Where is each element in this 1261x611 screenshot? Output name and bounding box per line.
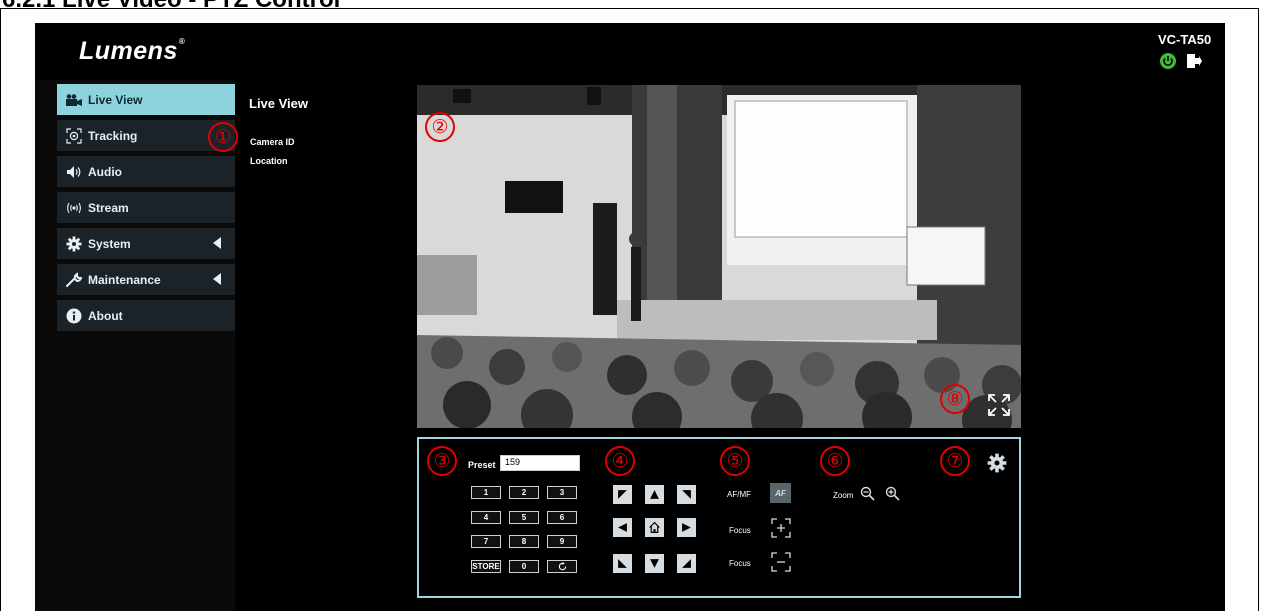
pan-up-right-button[interactable]: [677, 485, 696, 504]
preset-button-4[interactable]: 4: [471, 511, 501, 524]
callout-3: ③: [427, 446, 457, 476]
expand-arrow-icon: [213, 237, 221, 249]
preset-button-0[interactable]: 0: [509, 560, 539, 573]
broadcast-icon: [65, 201, 83, 215]
preset-label: Preset: [468, 460, 496, 470]
sidebar-item-label: Maintenance: [88, 272, 161, 287]
live-video-preview: [417, 85, 1021, 428]
camera-id-label: Camera ID: [250, 137, 295, 147]
callout-1: ①: [208, 122, 238, 152]
sidebar-item-live-view[interactable]: Live View: [57, 84, 235, 115]
focus-near-label: Focus: [729, 526, 751, 535]
tilt-down-button[interactable]: [645, 554, 664, 573]
pan-up-left-button[interactable]: [613, 485, 632, 504]
zoom-in-button[interactable]: [885, 486, 900, 501]
pan-right-button[interactable]: [677, 518, 696, 537]
ptz-control-panel: Preset 159 1 2 3 4 5 6 7 8 9 STORE 0 AF/…: [417, 437, 1021, 598]
sidebar-item-label: Live View: [88, 92, 143, 107]
arrow-down-icon: [650, 559, 659, 568]
callout-5: ⑤: [720, 446, 750, 476]
sidebar-item-audio[interactable]: Audio: [57, 156, 235, 187]
reset-preset-button[interactable]: [547, 560, 577, 573]
location-label: Location: [250, 156, 288, 166]
zoom-in-icon: [885, 486, 900, 501]
preset-button-3[interactable]: 3: [547, 486, 577, 499]
focus-minus-button[interactable]: [771, 552, 791, 572]
preset-button-9[interactable]: 9: [547, 535, 577, 548]
preset-button-2[interactable]: 2: [509, 486, 539, 499]
sidebar-item-label: Stream: [88, 200, 129, 215]
sidebar-item-label: Audio: [88, 164, 122, 179]
power-icon[interactable]: [1159, 52, 1177, 70]
af-mf-toggle-button[interactable]: AF: [770, 483, 791, 503]
zoom-out-icon: [860, 486, 875, 501]
logout-icon[interactable]: [1185, 52, 1203, 70]
sidebar-item-maintenance[interactable]: Maintenance: [57, 264, 235, 295]
sidebar-item-label: System: [88, 236, 131, 251]
arrow-up-icon: [650, 490, 659, 499]
page-title: Live View: [249, 96, 309, 111]
focus-plus-button[interactable]: [771, 518, 791, 538]
expand-arrow-icon: [213, 273, 221, 285]
info-icon: [65, 308, 83, 323]
sidebar-item-stream[interactable]: Stream: [57, 192, 235, 223]
pan-down-right-button[interactable]: [677, 554, 696, 573]
pan-down-left-button[interactable]: [613, 554, 632, 573]
arrow-down-right-icon: [682, 559, 691, 568]
refresh-icon: [558, 562, 566, 571]
callout-4: ④: [605, 446, 635, 476]
callout-2: ②: [425, 112, 455, 142]
focus-plus-icon: [771, 518, 791, 538]
preset-button-7[interactable]: 7: [471, 535, 501, 548]
logo-text: Lumens: [79, 37, 178, 65]
focus-far-label: Focus: [729, 559, 751, 568]
sidebar-item-system[interactable]: System: [57, 228, 235, 259]
speaker-icon: [65, 165, 83, 179]
sidebar: Live View Tracking Audio Stream System M…: [35, 80, 235, 611]
lumens-logo: Lumens®: [79, 37, 185, 66]
tilt-up-button[interactable]: [645, 485, 664, 504]
arrow-down-left-icon: [618, 559, 627, 568]
callout-6: ⑥: [820, 446, 850, 476]
model-name: VC-TA50: [1158, 32, 1212, 47]
ptz-settings-gear-icon[interactable]: [987, 453, 1007, 473]
header-actions: [1159, 52, 1203, 70]
tracking-target-icon: [65, 127, 83, 144]
zoom-label: Zoom: [833, 491, 854, 500]
pan-left-button[interactable]: [613, 518, 632, 537]
sidebar-item-label: About: [88, 308, 123, 323]
arrow-up-right-icon: [682, 490, 691, 499]
home-icon: [649, 521, 660, 533]
arrow-left-icon: [618, 523, 627, 532]
sidebar-item-about[interactable]: About: [57, 300, 235, 331]
sidebar-item-label: Tracking: [88, 128, 138, 143]
focus-minus-icon: [771, 552, 791, 572]
preset-button-8[interactable]: 8: [509, 535, 539, 548]
preset-button-1[interactable]: 1: [471, 486, 501, 499]
callout-7: ⑦: [940, 446, 970, 476]
arrow-right-icon: [682, 523, 691, 532]
gear-icon: [65, 236, 83, 251]
zoom-out-button[interactable]: [860, 486, 875, 501]
video-camera-icon: [65, 93, 83, 107]
preset-button-5[interactable]: 5: [509, 511, 539, 524]
wrench-icon: [65, 271, 83, 287]
fullscreen-icon[interactable]: [986, 392, 1012, 418]
store-preset-button[interactable]: STORE: [471, 560, 501, 573]
af-mf-label: AF/MF: [727, 490, 751, 499]
arrow-up-left-icon: [618, 490, 627, 499]
preset-number-input[interactable]: 159: [500, 455, 580, 471]
preset-button-6[interactable]: 6: [547, 511, 577, 524]
callout-8: ⑧: [940, 384, 970, 414]
web-ui-screen: Lumens® VC-TA50 Live View Tracking Audio…: [35, 23, 1225, 611]
home-position-button[interactable]: [645, 518, 664, 537]
registered-mark: ®: [178, 37, 186, 46]
